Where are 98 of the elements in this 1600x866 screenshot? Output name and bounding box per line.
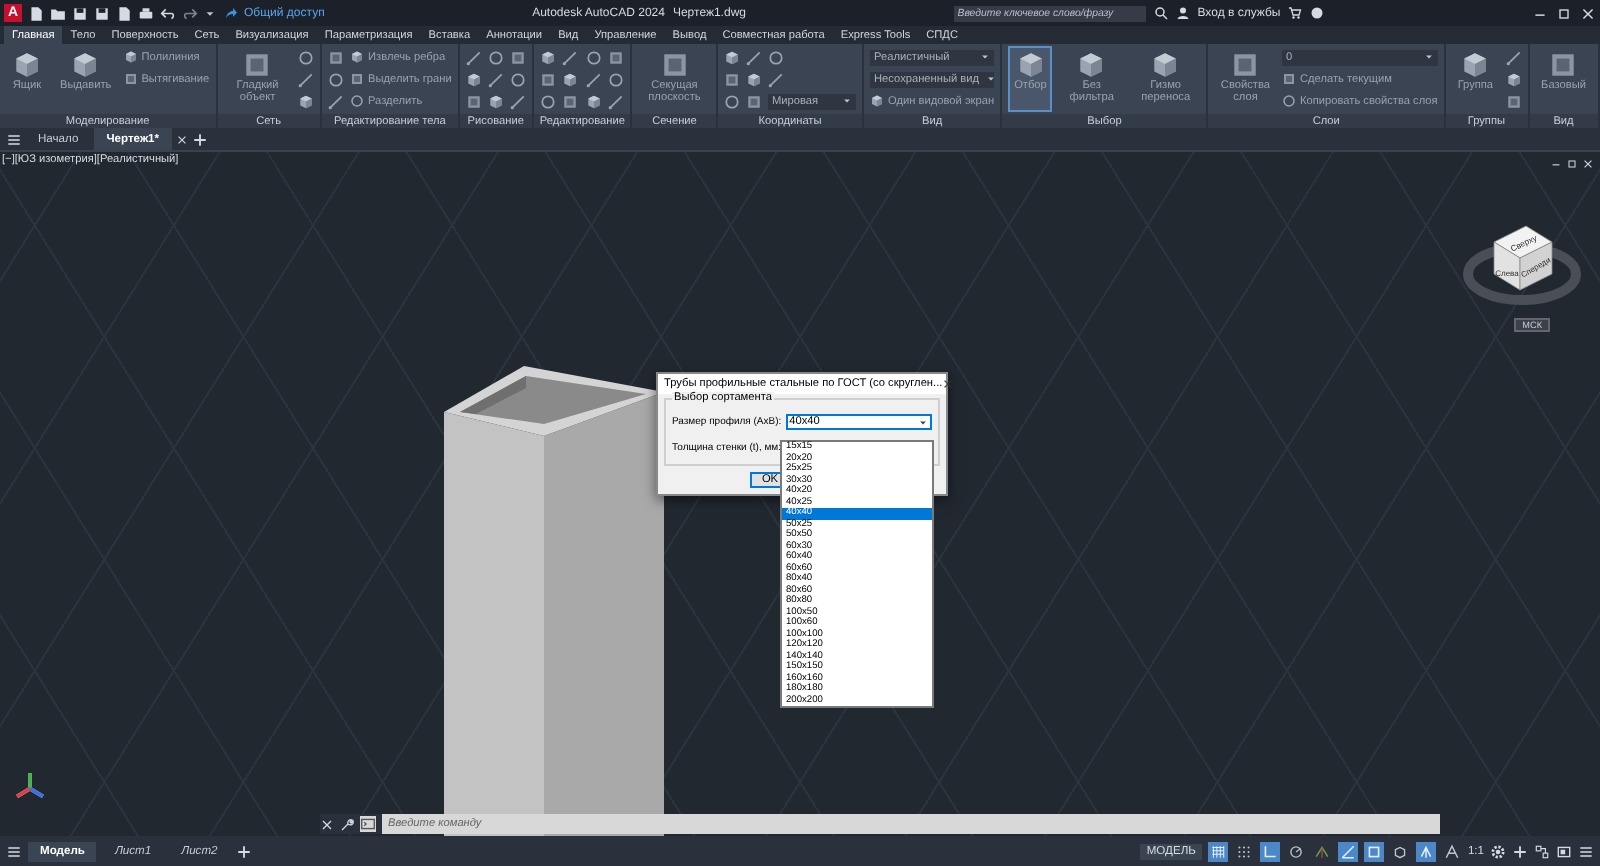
square-icon[interactable] — [350, 72, 365, 86]
square-icon[interactable] — [562, 93, 579, 109]
prompt-icon[interactable] — [360, 816, 376, 832]
snap-icon[interactable] — [1233, 841, 1254, 861]
circle-icon[interactable] — [487, 49, 504, 65]
square-icon — [1548, 50, 1579, 80]
circle-icon[interactable] — [608, 71, 625, 87]
caret-icon — [1423, 52, 1434, 62]
cube-snap-icon[interactable] — [1389, 841, 1410, 861]
cube-icon — [70, 50, 101, 80]
wrench-icon[interactable] — [340, 817, 354, 831]
line-icon[interactable] — [487, 71, 504, 87]
plus-icon[interactable] — [191, 131, 208, 147]
cube-icon[interactable] — [298, 93, 315, 109]
cube-icon[interactable] — [724, 49, 741, 65]
line-icon[interactable] — [1505, 49, 1522, 65]
line-icon[interactable] — [465, 49, 482, 65]
maximize-icon[interactable] — [1556, 5, 1573, 21]
undo-icon[interactable] — [160, 5, 176, 21]
square-icon[interactable] — [509, 49, 526, 65]
cube-icon[interactable] — [465, 71, 482, 87]
menu-icon[interactable] — [1578, 843, 1594, 859]
share-icon[interactable] — [224, 6, 238, 20]
cube-icon[interactable] — [539, 49, 556, 65]
track-icon[interactable] — [1337, 841, 1358, 861]
polar-icon[interactable] — [1285, 841, 1306, 861]
cube-icon[interactable] — [487, 93, 504, 109]
user-icon[interactable] — [1175, 6, 1190, 20]
circle-icon[interactable] — [539, 93, 556, 109]
square-icon[interactable] — [1505, 93, 1522, 109]
caret-icon[interactable] — [204, 7, 216, 19]
plus-icon[interactable] — [235, 843, 252, 859]
cart-icon[interactable] — [1288, 6, 1303, 20]
grid-icon[interactable] — [1207, 841, 1228, 861]
cube-icon[interactable] — [870, 94, 885, 108]
osnap-icon[interactable] — [1363, 841, 1384, 861]
cube-icon[interactable] — [1505, 71, 1522, 87]
print-icon[interactable] — [138, 5, 154, 21]
cube-icon[interactable] — [585, 93, 602, 109]
cube-icon[interactable] — [562, 71, 579, 87]
square-icon[interactable] — [123, 72, 138, 86]
square-icon[interactable] — [724, 71, 741, 87]
gear-icon[interactable] — [1490, 843, 1506, 859]
square-icon[interactable] — [746, 93, 763, 109]
square-icon — [1230, 50, 1261, 80]
caret-icon — [918, 417, 928, 427]
line-icon[interactable] — [746, 49, 763, 65]
line-icon[interactable] — [768, 71, 785, 87]
line-icon[interactable] — [585, 71, 602, 87]
minimize-icon[interactable] — [1550, 158, 1562, 170]
caret-icon — [980, 52, 991, 62]
circle-icon[interactable] — [768, 49, 785, 65]
circle-icon[interactable] — [509, 71, 526, 87]
menu-icon[interactable] — [6, 131, 22, 147]
line-icon[interactable] — [298, 71, 315, 87]
line-icon[interactable] — [608, 93, 625, 109]
square-icon[interactable] — [1282, 72, 1296, 86]
square-icon — [659, 50, 690, 80]
ortho-icon[interactable] — [1259, 841, 1280, 861]
close-icon[interactable] — [942, 378, 955, 390]
square-icon — [242, 50, 273, 80]
cube-icon — [1076, 50, 1107, 80]
ucs-axes-icon — [12, 768, 48, 804]
maximize-icon[interactable] — [1566, 158, 1578, 170]
viewcube-drawing[interactable] — [1463, 225, 1581, 305]
circle-icon[interactable] — [585, 49, 602, 65]
circle-icon[interactable] — [298, 49, 315, 65]
circle-icon[interactable] — [724, 93, 741, 109]
cube-icon[interactable] — [746, 71, 763, 87]
caret-icon — [842, 96, 853, 106]
file-icon[interactable] — [28, 5, 44, 21]
folder-icon[interactable] — [50, 5, 66, 21]
square-icon[interactable] — [608, 49, 625, 65]
save-icon[interactable] — [72, 5, 88, 21]
square-icon[interactable] — [539, 71, 556, 87]
caret-icon — [985, 74, 996, 84]
circle-icon[interactable] — [350, 94, 365, 108]
circle-icon[interactable] — [1282, 94, 1296, 108]
cube-icon — [1015, 50, 1046, 80]
search-icon[interactable] — [1153, 6, 1168, 20]
circle-icon[interactable] — [328, 71, 345, 87]
layout-icon[interactable] — [1556, 843, 1572, 859]
menu-icon[interactable] — [6, 843, 22, 859]
cube-icon — [12, 50, 42, 80]
file-icon[interactable] — [116, 5, 132, 21]
cube-icon — [1150, 50, 1181, 80]
cube-icon[interactable] — [123, 50, 138, 64]
cube-icon[interactable] — [350, 50, 365, 64]
nodes-icon[interactable] — [1534, 843, 1550, 859]
plus-icon[interactable] — [1512, 843, 1528, 859]
line-icon[interactable] — [509, 93, 526, 109]
square-icon[interactable] — [328, 49, 345, 65]
redo-icon[interactable] — [182, 5, 198, 21]
cube-icon — [1460, 50, 1491, 80]
line-icon[interactable] — [562, 49, 579, 65]
save-icon[interactable] — [94, 5, 110, 21]
line-icon[interactable] — [328, 93, 345, 109]
square-icon[interactable] — [465, 93, 482, 109]
